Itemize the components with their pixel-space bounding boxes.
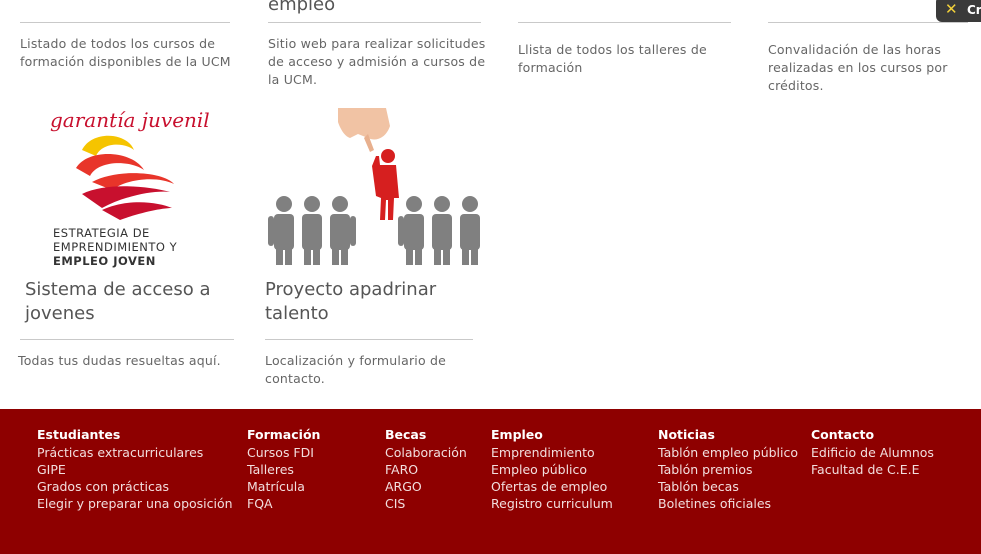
footer-heading: Contacto bbox=[811, 427, 875, 442]
divider bbox=[768, 22, 968, 23]
badge-label: Cr bbox=[967, 3, 981, 17]
footer-link[interactable]: Talleres bbox=[247, 461, 320, 478]
footer-link[interactable]: GIPE bbox=[37, 461, 233, 478]
close-icon[interactable]: ✕ bbox=[945, 0, 958, 18]
footer-heading: Formación bbox=[247, 427, 321, 442]
footer-link[interactable]: Cursos FDI bbox=[247, 444, 320, 461]
footer-link[interactable]: Colaboración bbox=[385, 444, 467, 461]
footer-link[interactable]: Registro curriculum bbox=[491, 495, 613, 512]
garantia-juvenil-emblem bbox=[76, 135, 174, 220]
logo-subtitle: ESTRATEGIA DE EMPRENDIMIENTO Y EMPLEO JO… bbox=[53, 226, 178, 268]
footer-link[interactable]: Emprendimiento bbox=[491, 444, 613, 461]
footer-link[interactable]: Edificio de Alumnos bbox=[811, 444, 934, 461]
divider bbox=[20, 22, 230, 23]
footer-link[interactable]: FARO bbox=[385, 461, 467, 478]
card-description: Llista de todos los talleres de formació… bbox=[518, 42, 707, 75]
site-footer: Estudiantes Prácticas extracurriculares … bbox=[0, 409, 981, 554]
footer-link[interactable]: Tablón premios bbox=[658, 461, 798, 478]
footer-column-noticias: Noticias Tablón empleo público Tablón pr… bbox=[658, 427, 798, 512]
footer-link[interactable]: Ofertas de empleo bbox=[491, 478, 613, 495]
divider bbox=[268, 22, 481, 23]
footer-column-contacto: Contacto Edificio de Alumnos Facultad de… bbox=[811, 427, 934, 478]
footer-link[interactable]: Grados con prácticas bbox=[37, 478, 233, 495]
footer-heading: Empleo bbox=[491, 427, 543, 442]
card-description: Convalidación de las horas realizadas en… bbox=[768, 42, 948, 93]
footer-heading: Becas bbox=[385, 427, 427, 442]
divider bbox=[20, 339, 234, 340]
divider bbox=[518, 22, 731, 23]
footer-link[interactable]: Tablón empleo público bbox=[658, 444, 798, 461]
footer-link[interactable]: CIS bbox=[385, 495, 467, 512]
footer-link[interactable]: FQA bbox=[247, 495, 320, 512]
footer-link[interactable]: ARGO bbox=[385, 478, 467, 495]
footer-column-estudiantes: Estudiantes Prácticas extracurriculares … bbox=[37, 427, 233, 512]
footer-link[interactable]: Boletines oficiales bbox=[658, 495, 798, 512]
footer-link[interactable]: Facultad de C.E.E bbox=[811, 461, 934, 478]
footer-link[interactable]: Elegir y preparar una oposición bbox=[37, 495, 233, 512]
card-title-sistema-acceso[interactable]: Sistema de acceso a jovenes bbox=[25, 278, 225, 326]
footer-link[interactable]: Tablón becas bbox=[658, 478, 798, 495]
card-description: Todas tus dudas resueltas aquí. bbox=[18, 353, 221, 368]
footer-link[interactable]: Prácticas extracurriculares bbox=[37, 444, 233, 461]
footer-column-formacion: Formación Cursos FDI Talleres Matrícula … bbox=[247, 427, 320, 512]
footer-link[interactable]: Matrícula bbox=[247, 478, 320, 495]
footer-heading: Noticias bbox=[658, 427, 715, 442]
cr-toolbar-badge[interactable]: ✕ Cr bbox=[936, 0, 981, 22]
card-description: Listado de todos los cursos de formación… bbox=[20, 36, 231, 69]
card-description: Localización y formulario de contacto. bbox=[265, 353, 447, 386]
footer-column-empleo: Empleo Emprendimiento Empleo público Ofe… bbox=[491, 427, 613, 512]
card-title-apadrinar-talento[interactable]: Proyecto apadrinar talento bbox=[265, 278, 465, 326]
card-description: Sitio web para realizar solicitudes de a… bbox=[268, 36, 486, 87]
footer-heading: Estudiantes bbox=[37, 427, 121, 442]
apadrinar-talento-image[interactable] bbox=[268, 108, 481, 265]
logo-brand-text: garantía juvenil bbox=[50, 108, 210, 132]
footer-column-becas: Becas Colaboración FARO ARGO CIS bbox=[385, 427, 467, 512]
divider bbox=[265, 339, 473, 340]
card-title-empleo[interactable]: empleo bbox=[268, 0, 335, 15]
footer-link[interactable]: Empleo público bbox=[491, 461, 613, 478]
